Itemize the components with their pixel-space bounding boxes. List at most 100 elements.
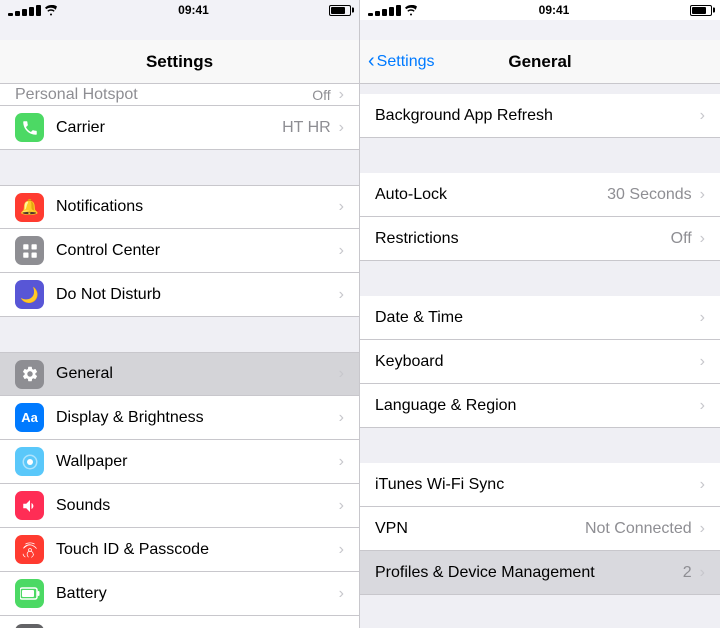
right-sep-2	[360, 261, 720, 296]
wallpaper-chevron: ›	[339, 453, 344, 471]
wallpaper-icon	[15, 447, 44, 476]
date-time-label: Date & Time	[375, 309, 698, 327]
right-scroll-area: Background App Refresh › Auto-Lock 30 Se…	[360, 84, 720, 628]
vpn-label: VPN	[375, 520, 585, 538]
auto-lock-chevron: ›	[700, 186, 705, 204]
notifications-icon: 🔔	[15, 193, 44, 222]
separator-1	[0, 150, 359, 185]
battery-area-left	[329, 5, 351, 16]
display-label: Display & Brightness	[56, 409, 337, 427]
right-sep-0	[360, 84, 720, 94]
keyboard-chevron: ›	[700, 353, 705, 371]
settings-item-vpn[interactable]: VPN Not Connected ›	[360, 507, 720, 551]
dnd-chevron: ›	[339, 286, 344, 304]
vpn-value: Not Connected	[585, 520, 692, 538]
hotspot-value: Off	[312, 87, 330, 103]
sounds-chevron: ›	[339, 497, 344, 515]
signal-dots-right	[368, 5, 401, 16]
settings-item-privacy[interactable]: Privacy ›	[0, 616, 359, 628]
fingerprint-svg	[21, 541, 39, 559]
wifi-icon-right	[404, 5, 418, 16]
signal-area	[8, 5, 58, 16]
right-sep-1	[360, 138, 720, 173]
control-center-label: Control Center	[56, 242, 337, 260]
settings-item-restrictions[interactable]: Restrictions Off ›	[360, 217, 720, 261]
profiles-value: 2	[683, 564, 692, 582]
touchid-icon	[15, 535, 44, 564]
settings-item-wallpaper[interactable]: Wallpaper ›	[0, 440, 359, 484]
settings-item-general[interactable]: General ›	[0, 352, 359, 396]
back-label: Settings	[377, 53, 435, 71]
carrier-chevron: ›	[339, 119, 344, 137]
battery-icon-right	[690, 5, 712, 16]
settings-item-sounds[interactable]: Sounds ›	[0, 484, 359, 528]
settings-item-display[interactable]: Aa Display & Brightness ›	[0, 396, 359, 440]
status-bar-right: 09:41	[360, 0, 720, 20]
battery-settings-icon	[15, 579, 44, 608]
bg-refresh-label: Background App Refresh	[375, 107, 698, 125]
battery-fill	[331, 7, 345, 14]
settings-item-date-time[interactable]: Date & Time ›	[360, 296, 720, 340]
notifications-chevron: ›	[339, 198, 344, 216]
settings-item-keyboard[interactable]: Keyboard ›	[360, 340, 720, 384]
notifications-label: Notifications	[56, 198, 337, 216]
gear-svg	[21, 365, 39, 383]
sounds-icon	[15, 491, 44, 520]
right-nav-title: General	[508, 52, 571, 72]
settings-item-battery[interactable]: Battery ›	[0, 572, 359, 616]
partial-hotspot-item[interactable]: Personal Hotspot Off ›	[0, 84, 359, 106]
settings-panel-right: 09:41 ‹ Settings General Background App …	[360, 0, 720, 628]
profiles-label: Profiles & Device Management	[375, 564, 683, 582]
battery-area-right	[690, 5, 712, 16]
status-bar-left: 09:41	[0, 0, 359, 20]
sounds-label: Sounds	[56, 497, 337, 515]
settings-item-bg-refresh[interactable]: Background App Refresh ›	[360, 94, 720, 138]
back-arrow-icon: ‹	[368, 51, 375, 71]
profiles-chevron: ›	[700, 564, 705, 582]
settings-item-touchid[interactable]: Touch ID & Passcode ›	[0, 528, 359, 572]
signal-dots	[8, 5, 41, 16]
carrier-icon	[15, 113, 44, 142]
settings-item-control-center[interactable]: Control Center ›	[0, 229, 359, 273]
general-label: General	[56, 365, 337, 383]
general-chevron: ›	[339, 365, 344, 383]
control-center-icon	[15, 236, 44, 265]
hotspot-chevron: ›	[339, 86, 344, 104]
restrictions-chevron: ›	[700, 230, 705, 248]
separator-2	[0, 317, 359, 352]
display-icon: Aa	[15, 403, 44, 432]
dot4	[29, 7, 34, 16]
battery-fill-right	[692, 7, 706, 14]
settings-item-profiles[interactable]: Profiles & Device Management 2 ›	[360, 551, 720, 595]
settings-item-itunes[interactable]: iTunes Wi-Fi Sync ›	[360, 463, 720, 507]
rdot1	[368, 13, 373, 16]
settings-item-notifications[interactable]: 🔔 Notifications ›	[0, 185, 359, 229]
battery-icon-left	[329, 5, 351, 16]
back-button[interactable]: ‹ Settings	[368, 53, 434, 71]
dot2	[15, 11, 20, 16]
wallpaper-label: Wallpaper	[56, 453, 337, 471]
time-left: 09:41	[178, 3, 209, 17]
settings-item-carrier[interactable]: Carrier HT HR ›	[0, 106, 359, 150]
settings-item-auto-lock[interactable]: Auto-Lock 30 Seconds ›	[360, 173, 720, 217]
privacy-icon	[15, 624, 44, 628]
dot1	[8, 13, 13, 16]
auto-lock-value: 30 Seconds	[607, 186, 692, 204]
time-right: 09:41	[539, 3, 570, 17]
date-time-chevron: ›	[700, 309, 705, 327]
restrictions-value: Off	[671, 230, 692, 248]
left-scroll-area: Personal Hotspot Off › Carrier HT HR › 🔔…	[0, 84, 359, 628]
settings-panel-left: 09:41 Settings Personal Hotspot Off › Ca…	[0, 0, 360, 628]
battery-svg	[20, 587, 40, 600]
right-sep-4	[360, 595, 720, 628]
control-svg	[21, 242, 39, 260]
settings-item-dnd[interactable]: 🌙 Do Not Disturb ›	[0, 273, 359, 317]
settings-item-language[interactable]: Language & Region ›	[360, 384, 720, 428]
dot3	[22, 9, 27, 16]
touchid-chevron: ›	[339, 541, 344, 559]
rdot5	[396, 5, 401, 16]
dot5	[36, 5, 41, 16]
display-chevron: ›	[339, 409, 344, 427]
rdot3	[382, 9, 387, 16]
right-sep-3	[360, 428, 720, 463]
